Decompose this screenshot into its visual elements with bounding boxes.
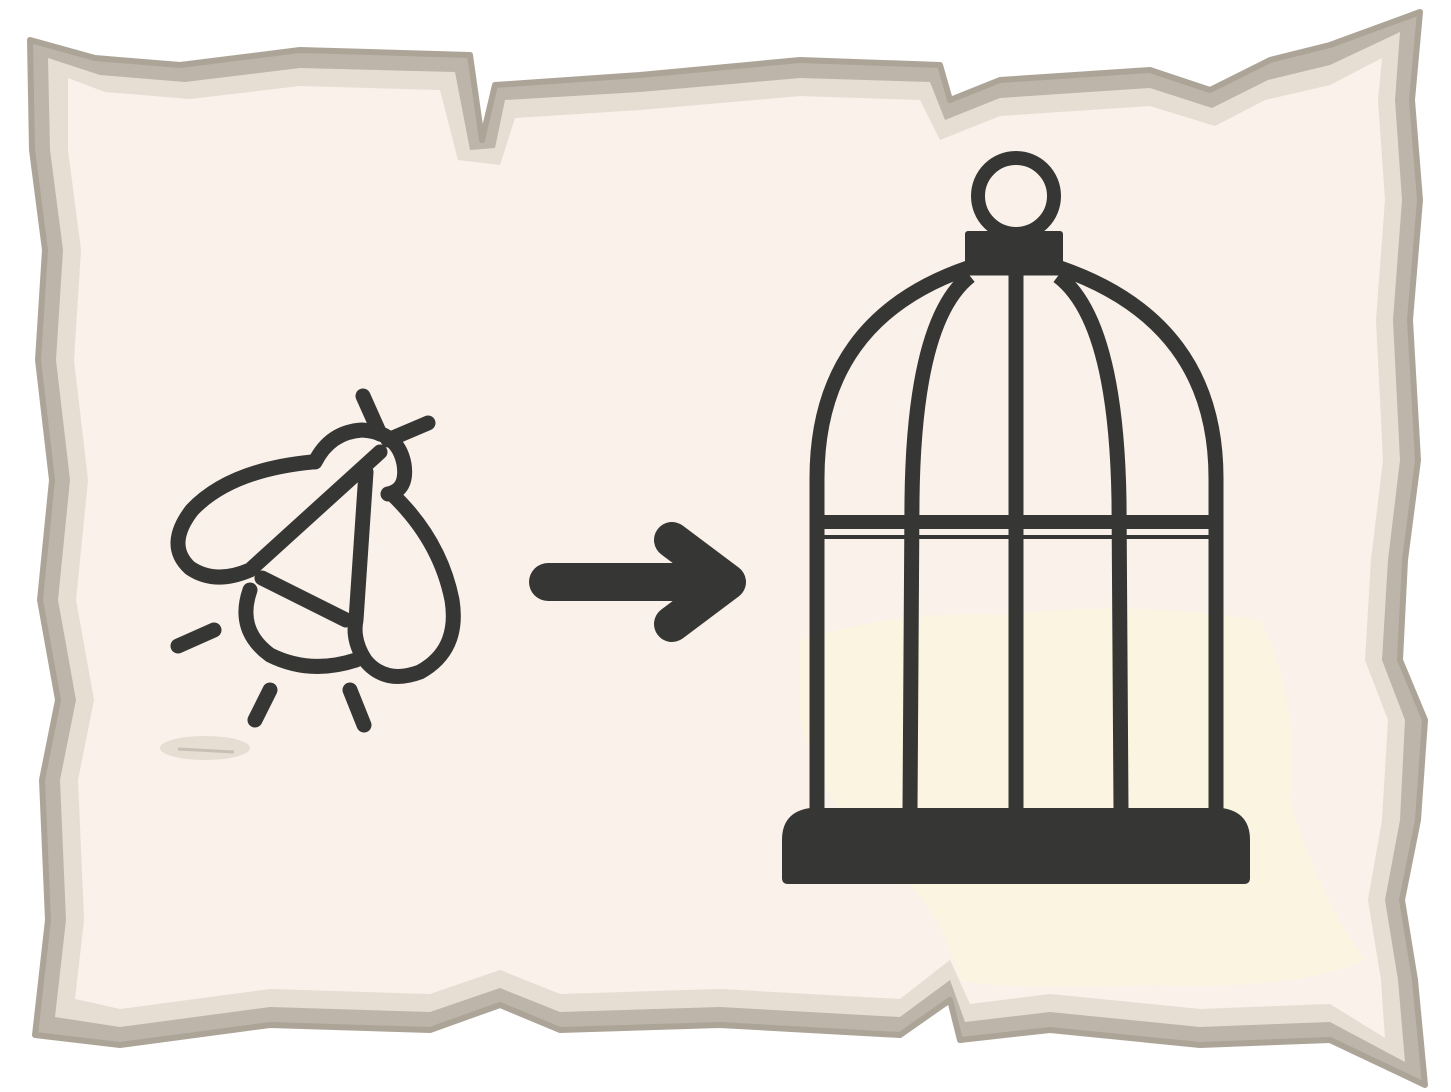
paper-tear bbox=[160, 736, 250, 760]
card-canvas bbox=[27, 9, 1428, 1088]
puzzle-card bbox=[0, 0, 1451, 1092]
